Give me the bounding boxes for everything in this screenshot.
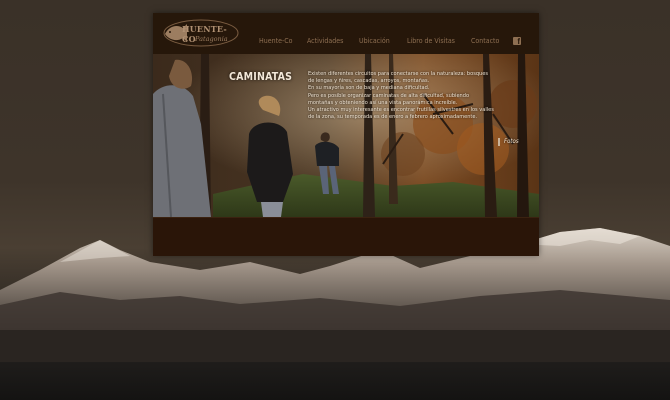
- description-line: Pero es posible organizar caminatas de a…: [308, 92, 470, 99]
- main-nav: Huente-Co Actividades Ubicación Libro de…: [153, 13, 539, 54]
- hero-description: Existen diferentes circuitos para conect…: [308, 71, 508, 121]
- fotos-marker: [498, 138, 500, 146]
- description-line: de la zona, su temporada es de enero a f…: [308, 114, 478, 121]
- header: HUENTE-CO Patagonia Huente-Co Actividade…: [153, 13, 539, 54]
- nav-item-libro-de-visitas[interactable]: Libro de Visitas: [407, 37, 455, 45]
- content-footer-band: [153, 217, 539, 256]
- fotos-link[interactable]: Fotos: [504, 138, 519, 145]
- nav-item-actividades[interactable]: Actividades: [307, 37, 343, 45]
- nav-item-huente-co[interactable]: Huente-Co: [259, 37, 292, 45]
- site-panel: HUENTE-CO Patagonia Huente-Co Actividade…: [153, 13, 539, 256]
- hero-image: CAMINATAS Existen diferentes circuitos p…: [153, 54, 539, 217]
- description-line: En su mayoría son de baja y mediana difi…: [308, 85, 430, 92]
- nav-item-contacto[interactable]: Contacto: [471, 37, 499, 45]
- description-line: montañas y obteniendo así una vista pano…: [308, 99, 458, 106]
- facebook-icon[interactable]: f: [513, 37, 521, 46]
- hero-title: CAMINATAS: [229, 71, 293, 83]
- nav-item-ubicacion[interactable]: Ubicación: [359, 37, 390, 45]
